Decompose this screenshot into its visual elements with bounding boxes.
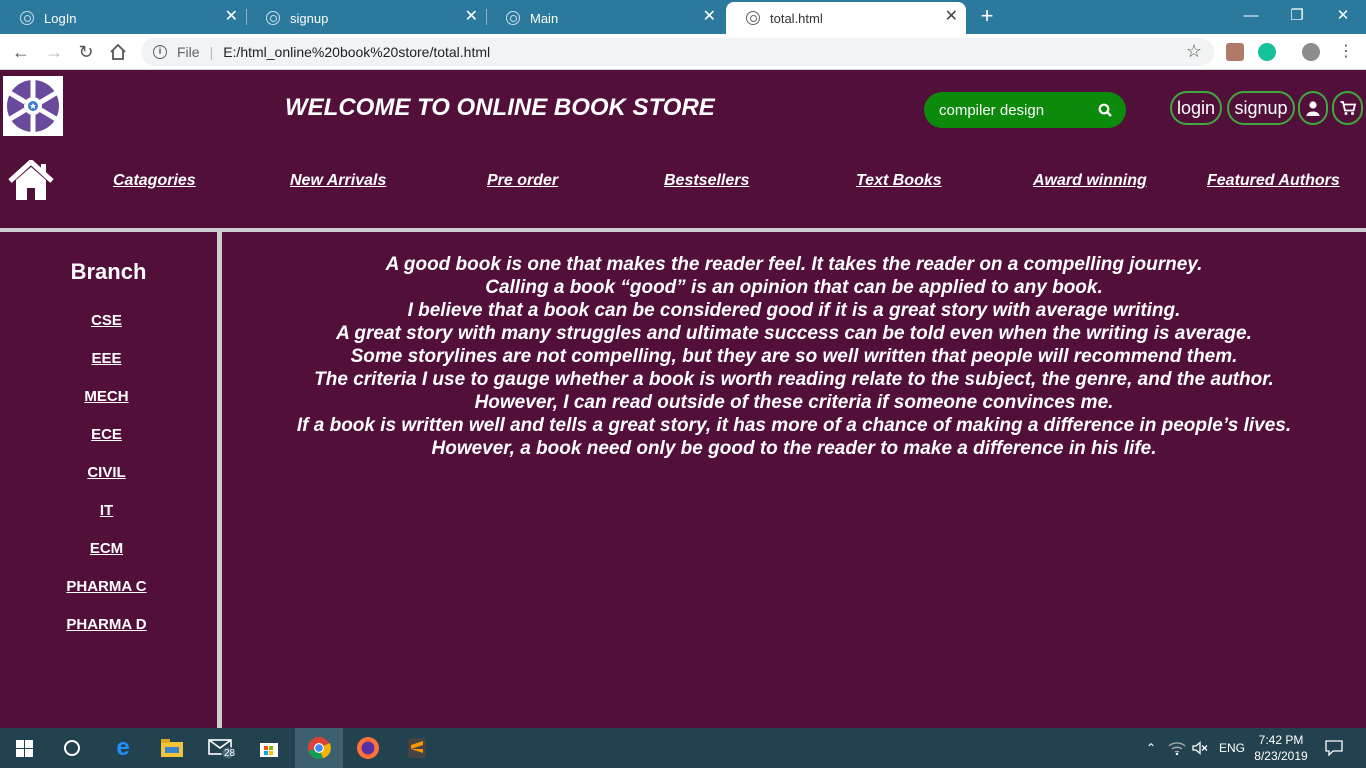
nav-new-arrivals[interactable]: New Arrivals <box>290 172 386 190</box>
close-tab-icon[interactable]: ✕ <box>703 9 716 25</box>
nav-bestsellers[interactable]: Bestsellers <box>664 172 749 190</box>
windows-taskbar: e 28 ⌃ ENG 7:42 PM 8/23/2019 <box>0 728 1366 768</box>
sublime-text-icon[interactable] <box>393 728 441 768</box>
profile-icon[interactable] <box>1302 43 1320 61</box>
file-explorer-icon[interactable] <box>148 728 196 768</box>
search-box[interactable] <box>924 92 1126 128</box>
back-icon[interactable]: ← <box>9 40 33 64</box>
forward-icon[interactable]: → <box>42 40 66 64</box>
text-line: I believe that a book can be considered … <box>407 300 1181 321</box>
browser-tab-strip: LogIn ✕ signup ✕ Main ✕ total.html ✕ + —… <box>0 0 1366 34</box>
nav-pre-order[interactable]: Pre order <box>487 172 558 190</box>
restore-icon[interactable]: ❐ <box>1274 4 1320 28</box>
sidebar-item-civil[interactable]: CIVIL <box>0 464 213 481</box>
address-divider: | <box>209 44 214 60</box>
header-divider <box>0 228 1366 232</box>
tab-title: Main <box>530 10 559 26</box>
search-input[interactable] <box>939 100 1089 120</box>
sidebar-item-ecm[interactable]: ECM <box>0 540 213 557</box>
mail-icon[interactable]: 28 <box>197 728 245 768</box>
tab-title: LogIn <box>44 10 77 26</box>
minimize-icon[interactable]: — <box>1228 4 1274 28</box>
globe-icon <box>506 11 520 25</box>
mail-badge: 28 <box>224 748 236 759</box>
protocol-label: File <box>177 44 200 60</box>
clock-time: 7:42 PM <box>1258 733 1304 747</box>
cart-icon <box>1340 101 1356 115</box>
bookmark-star-icon[interactable]: ☆ <box>1186 41 1202 62</box>
close-tab-icon[interactable]: ✕ <box>945 9 958 25</box>
text-line: A great story with many struggles and ul… <box>336 323 1252 344</box>
show-hidden-icons[interactable]: ⌃ <box>1146 728 1156 768</box>
home-browser-icon[interactable] <box>106 40 130 64</box>
chrome-icon[interactable] <box>295 728 343 768</box>
tab-title: total.html <box>770 10 823 26</box>
store-icon[interactable] <box>245 728 293 768</box>
reload-icon[interactable]: ↻ <box>74 40 98 64</box>
sidebar-item-eee[interactable]: EEE <box>0 350 213 367</box>
sidebar-title: Branch <box>70 259 147 284</box>
tab-main[interactable]: Main ✕ <box>486 2 724 34</box>
url-text[interactable]: E:/html_online%20book%20store/total.html <box>223 44 490 60</box>
page-title: WELCOME TO ONLINE BOOK STORE <box>285 94 715 121</box>
language-indicator[interactable]: ENG <box>1219 728 1245 768</box>
grammarly-icon[interactable] <box>1258 43 1276 61</box>
address-bar[interactable]: i File | E:/html_online%20book%20store/t… <box>141 38 1214 66</box>
edge-icon[interactable]: e <box>99 728 147 768</box>
sidebar-item-it[interactable]: IT <box>0 502 213 519</box>
sidebar-item-pharma-c[interactable]: PHARMA C <box>0 578 213 595</box>
sidebar-item-cse[interactable]: CSE <box>0 312 213 329</box>
window-close-icon[interactable]: ✕ <box>1320 4 1366 28</box>
volume-muted-icon[interactable] <box>1192 728 1208 768</box>
signup-button[interactable]: signup <box>1227 91 1295 125</box>
nav-award-winning[interactable]: Award winning <box>1033 172 1147 190</box>
text-line: If a book is written well and tells a gr… <box>296 415 1292 436</box>
tab-login[interactable]: LogIn ✕ <box>0 2 246 34</box>
login-button[interactable]: login <box>1170 91 1222 125</box>
about-text: A good book is one that makes the reader… <box>222 253 1366 460</box>
cart-button[interactable] <box>1332 91 1363 125</box>
nav-text-books[interactable]: Text Books <box>856 172 942 190</box>
close-tab-icon[interactable]: ✕ <box>225 9 238 25</box>
windows-start-icon[interactable] <box>0 728 48 768</box>
firefox-icon[interactable] <box>344 728 392 768</box>
globe-icon <box>20 11 34 25</box>
tab-title: signup <box>290 10 329 26</box>
sidebar-item-pharma-d[interactable]: PHARMA D <box>0 616 213 633</box>
user-icon <box>1306 101 1320 116</box>
info-icon[interactable]: i <box>153 45 167 59</box>
cortana-search-icon[interactable] <box>48 728 96 768</box>
nav-categories[interactable]: Catagories <box>113 172 196 190</box>
close-tab-icon[interactable]: ✕ <box>465 9 478 25</box>
new-tab-icon[interactable]: + <box>976 5 998 27</box>
extension-avatar-icon[interactable] <box>1226 43 1244 61</box>
globe-icon <box>746 11 760 25</box>
sidebar-item-mech[interactable]: MECH <box>0 388 213 405</box>
search-icon[interactable] <box>1098 103 1112 117</box>
site-logo <box>3 76 63 136</box>
text-line: Calling a book “good” is an opinion that… <box>485 277 1103 298</box>
browser-toolbar: ← → ↻ i File | E:/html_online%20book%20s… <box>0 34 1366 70</box>
text-line: A good book is one that makes the reader… <box>385 254 1203 275</box>
text-line: The criteria I use to gauge whether a bo… <box>314 369 1274 390</box>
text-line: However, I can read outside of these cri… <box>474 392 1114 413</box>
wifi-icon[interactable] <box>1168 728 1186 768</box>
tab-total[interactable]: total.html ✕ <box>726 2 966 34</box>
nav-featured-authors[interactable]: Featured Authors <box>1207 172 1340 190</box>
notifications-icon[interactable] <box>1325 728 1343 768</box>
globe-icon <box>266 11 280 25</box>
home-icon[interactable] <box>8 159 54 202</box>
tab-signup[interactable]: signup ✕ <box>246 2 486 34</box>
text-line: However, a book need only be good to the… <box>431 438 1157 459</box>
user-button[interactable] <box>1298 91 1328 125</box>
system-clock[interactable]: 7:42 PM 8/23/2019 <box>1252 732 1310 764</box>
menu-icon[interactable]: ⋮ <box>1334 40 1358 64</box>
sidebar-item-ece[interactable]: ECE <box>0 426 213 443</box>
text-line: Some storylines are not compelling, but … <box>350 346 1238 367</box>
clock-date: 8/23/2019 <box>1254 749 1308 763</box>
